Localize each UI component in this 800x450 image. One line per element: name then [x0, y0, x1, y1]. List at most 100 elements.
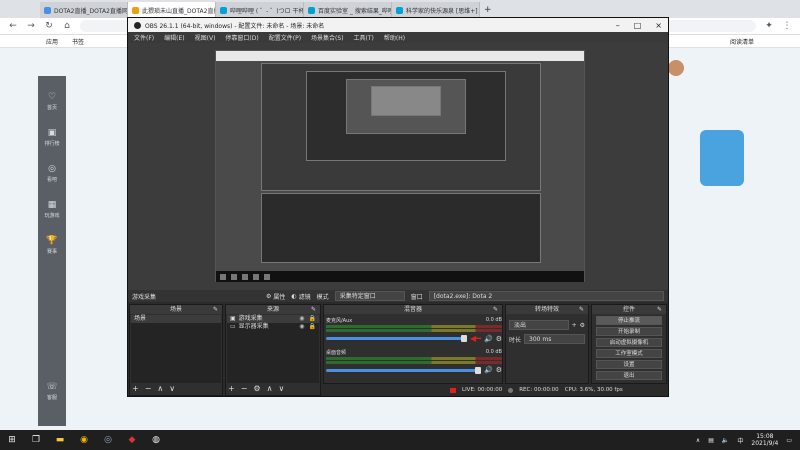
nav-item-watch[interactable]: ◎ 看吧 — [47, 164, 57, 183]
menu-docks[interactable]: 停靠窗口(D) — [225, 33, 258, 42]
gear-icon[interactable]: ⚙ — [253, 384, 260, 394]
obs-icon[interactable]: ◍ — [150, 434, 162, 446]
task-view-icon[interactable]: ❐ — [30, 434, 42, 446]
slider-handle[interactable] — [475, 366, 481, 374]
browser-tab[interactable]: 哔哩哔哩 ( ゜- ゜)つロ 干杯~-b× — [216, 2, 304, 18]
add-icon[interactable]: + — [228, 384, 235, 394]
home-icon[interactable]: ⌂ — [62, 21, 72, 31]
properties-button[interactable]: ⚙ 属性 — [266, 292, 285, 301]
browser-tab[interactable]: DOTA2直播_DOTA2直播网站× — [40, 2, 128, 18]
lock-icon[interactable]: 🔒 — [309, 315, 316, 323]
eye-icon[interactable]: ◉ — [299, 315, 304, 323]
menu-profile[interactable]: 配置文件(P) — [269, 33, 301, 42]
menu-help[interactable]: 帮助(H) — [384, 33, 405, 42]
menu-file[interactable]: 文件(F) — [134, 33, 154, 42]
chrome-icon[interactable]: ◉ — [78, 434, 90, 446]
dota2-icon[interactable]: ◆ — [126, 434, 138, 446]
dock-settings-icon[interactable]: ✎ — [657, 305, 662, 314]
list-item[interactable]: ▭ 显示器采集 ◉ 🔒 — [227, 323, 319, 331]
system-clock[interactable]: 15:08 2021/9/4 — [751, 433, 778, 447]
notification-icon[interactable]: ▭ — [786, 437, 792, 444]
reading-list-button[interactable]: 阅读清单 — [730, 37, 754, 46]
virtual-camera-button[interactable]: 启动虚拟摄像机 — [596, 338, 662, 347]
tray-chevron-icon[interactable]: ∧ — [696, 437, 700, 444]
volume-slider[interactable] — [326, 366, 481, 374]
speaker-icon[interactable]: 🔊 — [484, 366, 493, 374]
dock-settings-icon[interactable]: ✎ — [493, 305, 498, 314]
dock-settings-icon[interactable]: ✎ — [579, 305, 584, 314]
list-item[interactable]: 场景 — [131, 315, 221, 323]
scenes-dock-footer: + − ∧ ∨ — [132, 384, 175, 394]
browser-tab[interactable]: 科学家的快乐源泉 [思维+] _ 哔× — [392, 2, 480, 18]
nav-item-events[interactable]: 🏆 赛事 — [46, 236, 57, 255]
remove-icon[interactable]: − — [241, 384, 248, 394]
promo-banner[interactable] — [700, 130, 744, 186]
browser-tab[interactable]: 百度实验室 _ 搜索结果_哔哩哔× — [304, 2, 392, 18]
slider-handle[interactable] — [461, 335, 468, 342]
transitions-dock: 转场特效 ✎ 淡出 + ⚙ 时长 300 ms — [505, 304, 589, 384]
move-down-icon[interactable]: ∨ — [169, 384, 175, 394]
list-item[interactable]: ▣ 游戏采集 ◉ 🔒 — [227, 315, 319, 323]
volume-icon[interactable]: 🔈 — [722, 437, 729, 444]
add-icon[interactable]: + — [132, 384, 139, 394]
exit-button[interactable]: 退出 — [596, 371, 662, 380]
maximize-icon[interactable]: □ — [634, 21, 642, 30]
stop-streaming-button[interactable]: 停止推流 — [596, 316, 662, 325]
volume-meter — [326, 329, 502, 332]
move-up-icon[interactable]: ∧ — [157, 384, 163, 394]
eye-icon[interactable]: ◉ — [299, 323, 304, 331]
nav-item-service[interactable]: ☏ 客服 — [46, 382, 57, 401]
nav-item-games[interactable]: ▦ 玩游戏 — [44, 200, 59, 219]
input-language[interactable]: 中 — [737, 436, 743, 445]
move-up-icon[interactable]: ∧ — [267, 384, 273, 394]
settings-button[interactable]: 设置 — [596, 360, 662, 369]
bookmark-folder[interactable]: 书签 — [72, 37, 84, 46]
mode-select[interactable]: 采集特定窗口 — [334, 291, 405, 301]
move-down-icon[interactable]: ∨ — [278, 384, 284, 394]
transition-type-select[interactable]: 淡出 — [509, 320, 569, 330]
menu-view[interactable]: 视图(V) — [195, 33, 216, 42]
minimize-icon[interactable]: – — [616, 21, 620, 30]
gear-icon[interactable]: ⚙ — [496, 335, 502, 343]
nav-item-home[interactable]: ♡ 首页 — [47, 92, 57, 111]
dock-settings-icon[interactable]: ✎ — [311, 305, 316, 314]
network-icon[interactable]: ▤ — [708, 437, 714, 444]
steam-icon[interactable]: ◎ — [102, 434, 114, 446]
rank-icon: ▣ — [47, 128, 57, 138]
forward-icon[interactable]: → — [26, 21, 36, 31]
remove-icon[interactable]: − — [145, 384, 152, 394]
file-explorer-icon[interactable]: ▬ — [54, 434, 66, 446]
browser-tab-active[interactable]: 此猥琐未山直播_DOTA2直播_× — [128, 2, 216, 18]
cpu-fps: CPU: 3.6%, 30.00 fps — [564, 387, 623, 393]
red-arrow-icon: ◀━ — [470, 334, 481, 343]
window-label: 窗口 — [410, 293, 423, 301]
add-icon[interactable]: + — [572, 322, 577, 329]
avatar[interactable] — [668, 60, 684, 76]
start-recording-button[interactable]: 开始录制 — [596, 327, 662, 336]
windows-start-icon[interactable]: ⊞ — [6, 434, 18, 446]
menu-scene-collection[interactable]: 场景集合(S) — [311, 33, 344, 42]
new-tab-button[interactable]: + — [480, 2, 494, 18]
extensions-icon[interactable]: ✦ — [764, 21, 774, 31]
gear-icon[interactable]: ⚙ — [496, 366, 502, 374]
filters-button[interactable]: ◐ 滤镜 — [291, 292, 310, 301]
studio-mode-button[interactable]: 工作室模式 — [596, 349, 662, 358]
lock-icon[interactable]: 🔒 — [309, 323, 316, 331]
reload-icon[interactable]: ↻ — [44, 21, 54, 31]
dock-settings-icon[interactable]: ✎ — [213, 305, 218, 314]
duration-input[interactable]: 300 ms — [524, 334, 585, 344]
obs-preview[interactable] — [128, 43, 668, 290]
speaker-icon[interactable]: 🔊 — [484, 335, 493, 343]
gear-icon[interactable]: ⚙ — [580, 322, 585, 329]
back-icon[interactable]: ← — [8, 21, 18, 31]
volume-slider[interactable] — [326, 335, 468, 342]
menu-tools[interactable]: 工具(T) — [354, 33, 374, 42]
mixer-dock-header: 混音器 ✎ — [324, 305, 502, 314]
source-toolbar: 游戏采集 ⚙ 属性 ◐ 滤镜 模式 采集特定窗口 窗口 [dota2.exe]: D… — [128, 290, 668, 302]
menu-edit[interactable]: 编辑(E) — [164, 33, 184, 42]
window-select[interactable]: [dota2.exe]: Dota 2 — [428, 291, 664, 301]
nav-item-rank[interactable]: ▣ 排行榜 — [44, 128, 59, 147]
close-icon[interactable]: × — [655, 21, 662, 30]
menu-icon[interactable]: ⋮ — [782, 21, 792, 31]
bookmark-apps[interactable]: 应用 — [46, 37, 58, 46]
